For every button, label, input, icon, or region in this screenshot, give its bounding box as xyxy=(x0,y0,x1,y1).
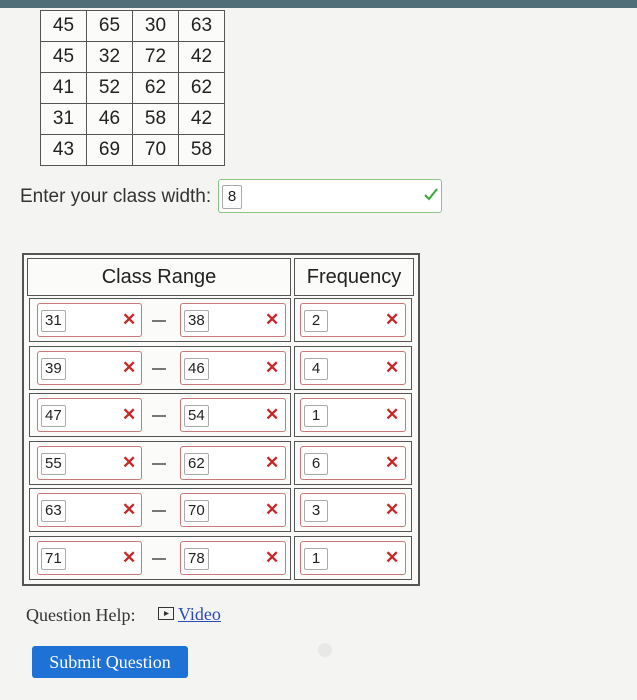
frequency-input[interactable]: 6 ✕ xyxy=(300,446,406,480)
frequency-input[interactable]: 3 ✕ xyxy=(300,493,406,527)
incorrect-x-icon: ✕ xyxy=(122,358,137,377)
incorrect-x-icon: ✕ xyxy=(385,405,400,424)
lower-limit-value: 63 xyxy=(41,500,66,522)
top-bar xyxy=(0,0,637,8)
submit-question-button[interactable]: Submit Question xyxy=(32,646,188,678)
upper-limit-value: 46 xyxy=(184,358,209,380)
data-table-row: 45 65 30 63 xyxy=(40,10,225,42)
upper-limit-value: 70 xyxy=(184,500,209,522)
class-width-answer-box[interactable] xyxy=(218,179,442,213)
video-link[interactable]: Video xyxy=(178,604,221,625)
lower-limit-input[interactable]: 39 ✕ xyxy=(37,351,142,385)
upper-limit-input[interactable]: 46 ✕ xyxy=(180,351,286,385)
incorrect-x-icon: ✕ xyxy=(122,453,137,472)
range-dash xyxy=(152,558,166,560)
data-table-cell: 58 xyxy=(178,134,225,166)
incorrect-x-icon: ✕ xyxy=(385,358,400,377)
data-table: 45 65 30 63 45 32 72 42 41 52 62 62 31 46 58 42 43 69 70 58 xyxy=(40,10,225,166)
loading-indicator xyxy=(318,643,332,657)
incorrect-x-icon: ✕ xyxy=(385,500,400,519)
data-table-cell: 70 xyxy=(132,134,179,166)
incorrect-x-icon: ✕ xyxy=(122,500,137,519)
data-table-row: 45 32 72 42 xyxy=(40,41,225,73)
upper-limit-value: 78 xyxy=(184,548,209,570)
data-table-cell: 52 xyxy=(86,72,133,104)
lower-limit-input[interactable]: 71 ✕ xyxy=(37,541,142,575)
data-table-cell: 41 xyxy=(40,72,87,104)
lower-limit-input[interactable]: 47 ✕ xyxy=(37,398,142,432)
data-table-cell: 43 xyxy=(40,134,87,166)
data-table-cell: 69 xyxy=(86,134,133,166)
data-table-cell: 45 xyxy=(40,41,87,73)
class-range-header: Class Range xyxy=(27,258,291,296)
incorrect-x-icon: ✕ xyxy=(265,500,280,519)
data-table-cell: 65 xyxy=(86,10,133,42)
data-table-row: 41 52 62 62 xyxy=(40,72,225,104)
upper-limit-input[interactable]: 54 ✕ xyxy=(180,398,286,432)
frequency-value: 2 xyxy=(304,310,328,332)
lower-limit-input[interactable]: 31 ✕ xyxy=(37,303,142,337)
data-table-row: 31 46 58 42 xyxy=(40,103,225,135)
data-table-cell: 72 xyxy=(132,41,179,73)
frequency-value: 1 xyxy=(304,548,328,570)
upper-limit-value: 54 xyxy=(184,405,209,427)
range-dash xyxy=(152,463,166,465)
data-table-cell: 42 xyxy=(178,41,225,73)
upper-limit-input[interactable]: 62 ✕ xyxy=(180,446,286,480)
incorrect-x-icon: ✕ xyxy=(122,310,137,329)
incorrect-x-icon: ✕ xyxy=(265,310,280,329)
lower-limit-value: 47 xyxy=(41,405,66,427)
upper-limit-value: 38 xyxy=(184,310,209,332)
lower-limit-input[interactable]: 63 ✕ xyxy=(37,493,142,527)
question-help-label: Question Help: xyxy=(26,605,136,625)
lower-limit-value: 31 xyxy=(41,310,66,332)
video-icon[interactable] xyxy=(158,607,174,620)
incorrect-x-icon: ✕ xyxy=(265,358,280,377)
class-width-label: Enter your class width: xyxy=(20,186,212,207)
upper-limit-input[interactable]: 38 ✕ xyxy=(180,303,286,337)
lower-limit-value: 71 xyxy=(41,548,66,570)
frequency-value: 6 xyxy=(304,453,328,475)
lower-limit-value: 55 xyxy=(41,453,66,475)
frequency-input[interactable]: 4 ✕ xyxy=(300,351,406,385)
data-table-cell: 46 xyxy=(86,103,133,135)
lower-limit-value: 39 xyxy=(41,358,66,380)
frequency-header: Frequency xyxy=(294,258,414,296)
frequency-value: 3 xyxy=(304,500,328,522)
incorrect-x-icon: ✕ xyxy=(122,548,137,567)
data-table-cell: 31 xyxy=(40,103,87,135)
range-dash xyxy=(152,368,166,370)
frequency-value: 1 xyxy=(304,405,328,427)
upper-limit-input[interactable]: 70 ✕ xyxy=(180,493,286,527)
incorrect-x-icon: ✕ xyxy=(385,548,400,567)
data-table-cell: 62 xyxy=(178,72,225,104)
incorrect-x-icon: ✕ xyxy=(265,548,280,567)
data-table-row: 43 69 70 58 xyxy=(40,134,225,166)
incorrect-x-icon: ✕ xyxy=(385,310,400,329)
range-dash xyxy=(152,415,166,417)
incorrect-x-icon: ✕ xyxy=(265,453,280,472)
data-table-cell: 42 xyxy=(178,103,225,135)
lower-limit-input[interactable]: 55 ✕ xyxy=(37,446,142,480)
data-table-cell: 63 xyxy=(178,10,225,42)
data-table-cell: 45 xyxy=(40,10,87,42)
incorrect-x-icon: ✕ xyxy=(385,453,400,472)
data-table-cell: 58 xyxy=(132,103,179,135)
data-table-cell: 30 xyxy=(132,10,179,42)
class-width-input[interactable]: 8 xyxy=(222,185,242,209)
upper-limit-value: 62 xyxy=(184,453,209,475)
incorrect-x-icon: ✕ xyxy=(122,405,137,424)
frequency-input[interactable]: 2 ✕ xyxy=(300,303,406,337)
check-icon xyxy=(424,188,438,201)
range-dash xyxy=(152,320,166,322)
frequency-input[interactable]: 1 ✕ xyxy=(300,398,406,432)
data-table-cell: 62 xyxy=(132,72,179,104)
frequency-value: 4 xyxy=(304,358,328,380)
frequency-input[interactable]: 1 ✕ xyxy=(300,541,406,575)
upper-limit-input[interactable]: 78 ✕ xyxy=(180,541,286,575)
data-table-cell: 32 xyxy=(86,41,133,73)
range-dash xyxy=(152,510,166,512)
incorrect-x-icon: ✕ xyxy=(265,405,280,424)
